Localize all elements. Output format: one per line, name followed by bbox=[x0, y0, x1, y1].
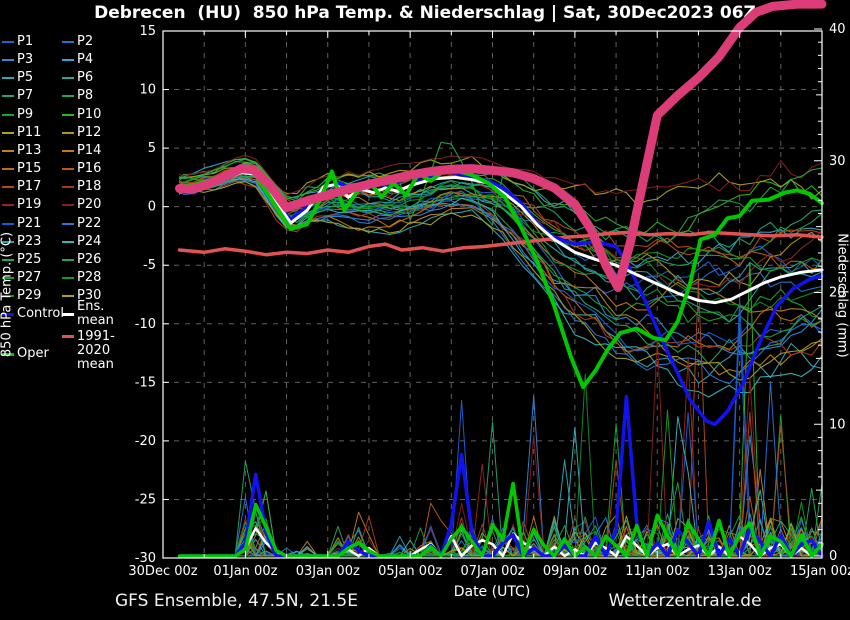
x-axis-tick-labels: 30Dec 00z 01Jan 00z 03Jan 00z 05Jan 00z 07Ja… bbox=[128, 564, 850, 579]
ensemble-member-precip-lines bbox=[180, 262, 823, 556]
svg-text:-20: -20 bbox=[135, 434, 156, 449]
member-precip-line bbox=[180, 323, 823, 556]
y-axis-label-temp: 850 hPa Temp. (°C) bbox=[0, 175, 15, 415]
y-axis-left-tick-labels: 151050-5-10-15-20-25-30 bbox=[135, 24, 156, 566]
svg-text:-10: -10 bbox=[135, 317, 156, 332]
svg-text:15Jan 00z: 15Jan 00z bbox=[790, 564, 850, 579]
svg-text:0: 0 bbox=[829, 549, 837, 564]
svg-text:01Jan 00z: 01Jan 00z bbox=[213, 564, 277, 579]
grid-lines bbox=[163, 31, 822, 558]
ensemble-meteogram-figure: Debrecen (HU) 850 hPa Temp. & Niederschl… bbox=[0, 0, 850, 620]
svg-text:15: 15 bbox=[139, 24, 156, 39]
svg-text:10: 10 bbox=[829, 417, 846, 432]
member-precip-line bbox=[180, 299, 823, 556]
ensemble-member-temp-lines bbox=[180, 142, 823, 397]
ensemble-chart: 151050-5-10-15-20-25-3040302010030Dec 00… bbox=[0, 0, 850, 620]
svg-text:11Jan 00z: 11Jan 00z bbox=[625, 564, 689, 579]
svg-text:09Jan 00z: 09Jan 00z bbox=[543, 564, 607, 579]
svg-text:13Jan 00z: 13Jan 00z bbox=[708, 564, 772, 579]
svg-text:5: 5 bbox=[148, 141, 156, 156]
footer-site-credit: Wetterzentrale.de bbox=[585, 591, 785, 611]
svg-text:0: 0 bbox=[148, 200, 156, 215]
chart-canvas-wrap: 151050-5-10-15-20-25-3040302010030Dec 00… bbox=[0, 0, 850, 620]
svg-text:30: 30 bbox=[829, 154, 846, 169]
svg-text:-25: -25 bbox=[135, 492, 156, 507]
svg-text:03Jan 00z: 03Jan 00z bbox=[296, 564, 360, 579]
y-axis-label-precip: Niederschlag (mm) bbox=[835, 176, 850, 416]
svg-text:40: 40 bbox=[829, 22, 846, 37]
member-precip-line bbox=[180, 262, 823, 556]
svg-text:-5: -5 bbox=[143, 258, 156, 273]
footer-model-info: GFS Ensemble, 47.5N, 21.5E bbox=[115, 591, 358, 611]
member-precip-line bbox=[180, 280, 823, 556]
svg-text:30Dec 00z: 30Dec 00z bbox=[128, 564, 197, 579]
svg-text:07Jan 00z: 07Jan 00z bbox=[460, 564, 524, 579]
svg-text:10: 10 bbox=[139, 83, 156, 98]
x-axis-label: Date (UTC) bbox=[392, 584, 592, 600]
svg-text:05Jan 00z: 05Jan 00z bbox=[378, 564, 442, 579]
svg-text:-15: -15 bbox=[135, 375, 156, 390]
